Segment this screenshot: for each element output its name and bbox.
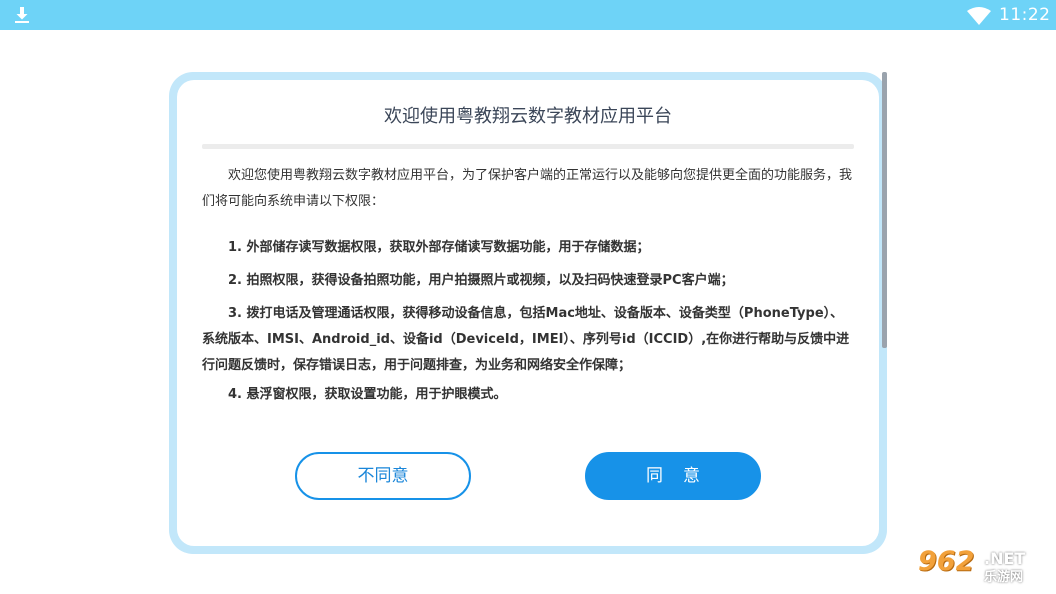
intro-text: 欢迎您使用粤教翔云数字教材应用平台，为了保护客户端的正常运行以及能够向您提供更全…	[202, 168, 853, 209]
site-watermark-logo: 962 .NET 乐游网	[916, 547, 1052, 591]
title-divider	[202, 144, 854, 149]
permission-item: 2. 拍照权限，获得设备拍照功能，用户拍摄照片或视频，以及扫码快速登录PC客户端…	[228, 273, 734, 288]
disagree-button[interactable]: 不同意	[295, 452, 471, 500]
permission-dialog: 欢迎使用粤教翔云数字教材应用平台 欢迎您使用粤教翔云数字教材应用平台，为了保护客…	[169, 72, 887, 554]
download-icon	[15, 7, 29, 23]
status-bar: 11:22	[0, 0, 1056, 30]
permission-item: 1. 外部储存读写数据权限，获取外部存储读写数据功能，用于存储数据；	[228, 240, 650, 255]
watermark-number: 962	[918, 546, 975, 577]
wifi-icon	[967, 7, 991, 25]
watermark-domain: .NET	[984, 549, 1026, 568]
status-time: 11:22	[999, 5, 1051, 25]
permission-item: 3. 拨打电话及管理通话权限，获得移动设备信息，包括Mac地址、设备版本、设备类…	[202, 306, 850, 373]
dialog-title: 欢迎使用粤教翔云数字教材应用平台	[384, 106, 672, 127]
scrollbar[interactable]	[882, 72, 887, 348]
dialog-body: 欢迎使用粤教翔云数字教材应用平台 欢迎您使用粤教翔云数字教材应用平台，为了保护客…	[177, 80, 879, 546]
agree-button[interactable]: 同意	[585, 452, 761, 500]
permission-item: 4. 悬浮窗权限，获取设置功能，用于护眼模式。	[228, 387, 507, 402]
watermark-site: 乐游网	[984, 570, 1024, 585]
